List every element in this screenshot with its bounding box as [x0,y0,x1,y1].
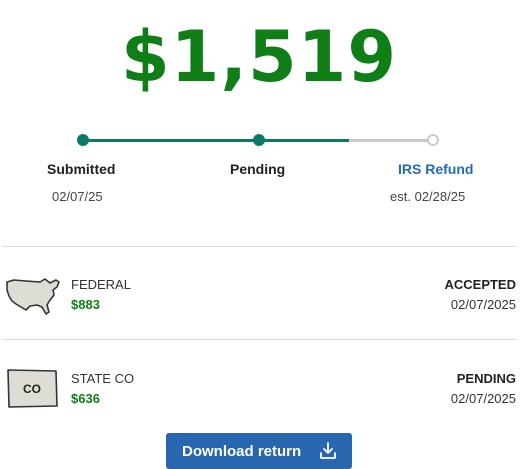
progress-line-complete [83,139,349,142]
return-name: FEDERAL [71,277,131,292]
return-date: 02/07/2025 [450,297,516,312]
step-date-submitted: 02/07/25 [52,189,103,204]
return-row-state-co[interactable]: CO STATE CO $636 PENDING 02/07/2025 [0,362,525,422]
divider [2,246,516,247]
download-return-button[interactable]: Download return [166,433,352,469]
progress-line-pending [349,139,433,142]
return-status: PENDING [456,371,516,386]
step-dot-submitted [77,134,89,146]
step-label-submitted: Submitted [47,161,116,177]
return-date: 02/07/2025 [450,391,516,406]
return-name: STATE CO [71,371,135,386]
step-label-irs-refund[interactable]: IRS Refund [398,161,473,177]
step-dot-pending [253,134,265,146]
return-status: ACCEPTED [444,277,516,292]
refund-amount: $1,519 [120,16,398,98]
step-label-pending: Pending [230,161,286,177]
refund-progress-tracker: Submitted Pending IRS Refund 02/07/25 es… [0,128,525,218]
return-row-federal[interactable]: FEDERAL $883 ACCEPTED 02/07/2025 [0,268,525,328]
return-amount: $883 [71,297,100,312]
download-icon [320,442,336,459]
state-abbreviation: CO [23,382,41,396]
step-dot-irs-refund [427,134,439,146]
download-return-label: Download return [182,442,302,460]
divider [2,339,516,340]
usa-map-icon [6,278,60,315]
colorado-state-icon: CO [7,369,58,408]
return-amount: $636 [71,391,100,406]
step-date-irs-refund: est. 02/28/25 [390,189,466,204]
